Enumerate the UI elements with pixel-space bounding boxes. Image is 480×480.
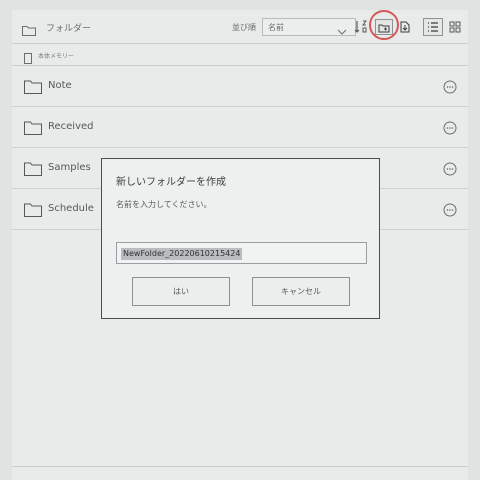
sort-order-icon[interactable]: [354, 19, 368, 35]
folder-name: Samples: [48, 162, 91, 173]
cancel-button[interactable]: キャンセル: [252, 277, 350, 306]
folder-icon: [24, 120, 42, 139]
storage-breadcrumb[interactable]: 本体メモリー: [12, 44, 468, 66]
import-icon[interactable]: [398, 19, 412, 35]
folder-name-input[interactable]: NewFolder_20220610215424: [116, 242, 367, 264]
dialog-message: 名前を入力してください。: [116, 200, 212, 209]
folder-name: Received: [48, 121, 94, 132]
list-item[interactable]: Note: [12, 66, 468, 107]
grid-view-icon[interactable]: [445, 18, 465, 36]
sort-label: 並び順: [232, 23, 256, 32]
highlight-circle: [369, 10, 399, 40]
list-view-button[interactable]: [423, 18, 443, 36]
folder-icon: [24, 161, 42, 180]
more-options-icon[interactable]: [443, 202, 457, 221]
more-options-icon[interactable]: [443, 79, 457, 98]
bottom-divider: [12, 466, 468, 467]
folder-icon: [22, 21, 36, 40]
folder-name: Schedule: [48, 203, 94, 214]
folder-name-value: NewFolder_20220610215424: [121, 248, 243, 260]
top-bar: フォルダー 並び順 名前: [12, 10, 468, 44]
storage-label: 本体メモリー: [38, 53, 75, 60]
create-folder-dialog: 新しいフォルダーを作成 名前を入力してください。 NewFolder_20220…: [101, 158, 380, 319]
chevron-down-icon: [337, 22, 347, 41]
list-item[interactable]: Received: [12, 107, 468, 148]
sort-value: 名前: [268, 23, 284, 32]
more-options-icon[interactable]: [443, 161, 457, 180]
folder-icon: [24, 79, 42, 98]
folder-icon: [24, 202, 42, 221]
more-options-icon[interactable]: [443, 120, 457, 139]
folder-name: Note: [48, 80, 72, 91]
page-title: フォルダー: [46, 24, 92, 34]
yes-button[interactable]: はい: [132, 277, 230, 306]
sort-select[interactable]: 名前: [262, 18, 356, 36]
dialog-title: 新しいフォルダーを作成: [116, 177, 226, 188]
